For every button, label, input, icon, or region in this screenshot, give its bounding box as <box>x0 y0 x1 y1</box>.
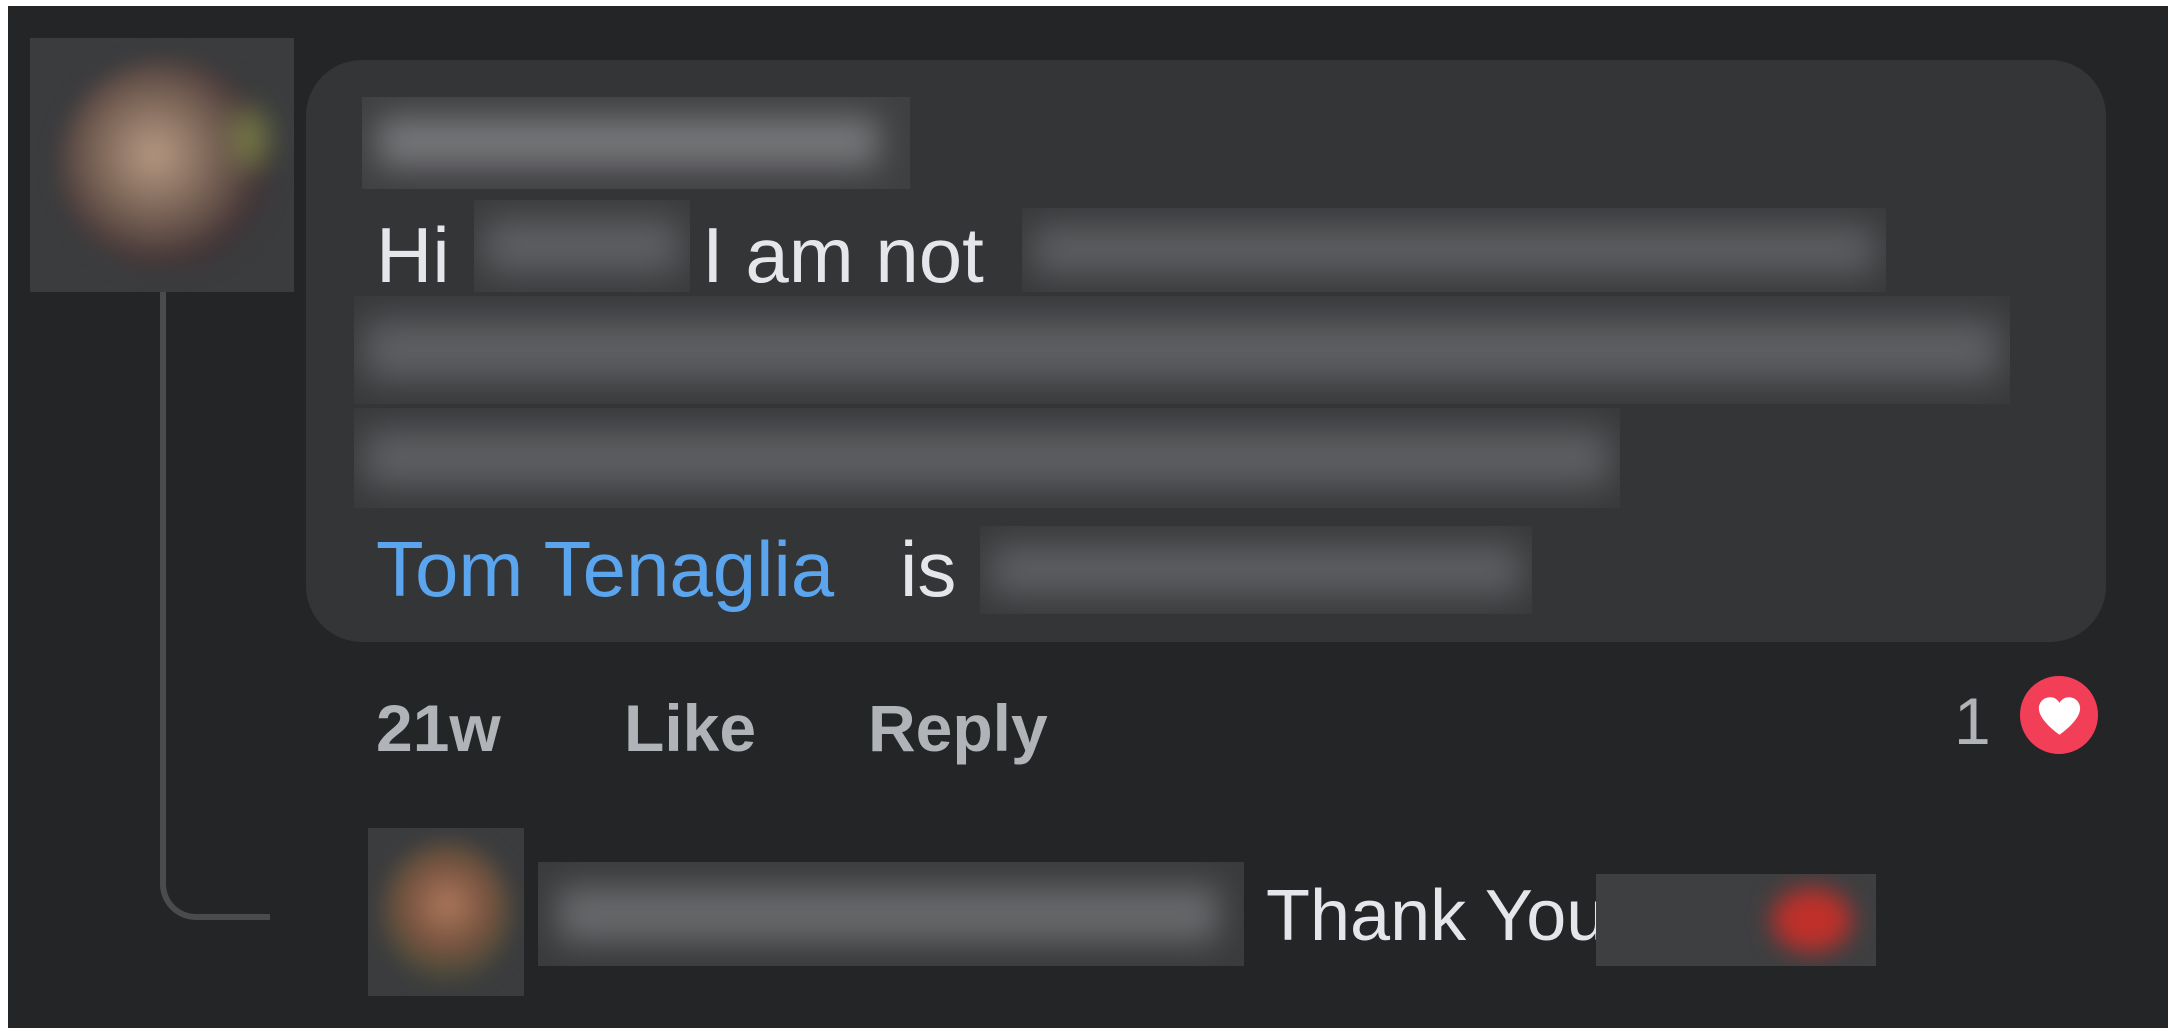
comment-greeting: Hi <box>376 211 450 299</box>
reply-name-redacted[interactable] <box>538 862 1244 966</box>
avatar-redaction-accent <box>230 108 270 168</box>
commenter-avatar[interactable] <box>30 38 294 292</box>
avatar-redaction <box>60 60 270 270</box>
comment-timestamp[interactable]: 21w <box>376 695 501 761</box>
redacted-text-line-3 <box>354 408 1620 508</box>
reply-avatar[interactable] <box>368 828 524 996</box>
reply-avatar-redaction <box>382 842 512 982</box>
reaction-count[interactable]: 1 <box>1954 688 1991 754</box>
reply-redacted-end <box>1596 874 1876 966</box>
redacted-text-line-4 <box>980 526 1532 614</box>
thread-connector-line <box>160 292 270 920</box>
reply-button[interactable]: Reply <box>868 695 1048 761</box>
mention-link[interactable]: Tom Tenaglia <box>376 530 834 608</box>
comment-text: I am not <box>702 211 984 299</box>
heart-icon[interactable] <box>2016 672 2102 758</box>
redacted-name <box>474 200 690 292</box>
reply-redacted-emoji <box>1772 888 1852 952</box>
redacted-text-line-2 <box>354 296 2010 404</box>
comment-text-after-mention: is <box>900 525 957 613</box>
reply-text: Thank You <box>1266 876 1607 956</box>
redacted-text-line-1 <box>1022 208 1886 292</box>
like-button[interactable]: Like <box>624 695 756 761</box>
heart-glyph <box>2038 697 2081 735</box>
commenter-name-redacted[interactable] <box>362 97 910 189</box>
